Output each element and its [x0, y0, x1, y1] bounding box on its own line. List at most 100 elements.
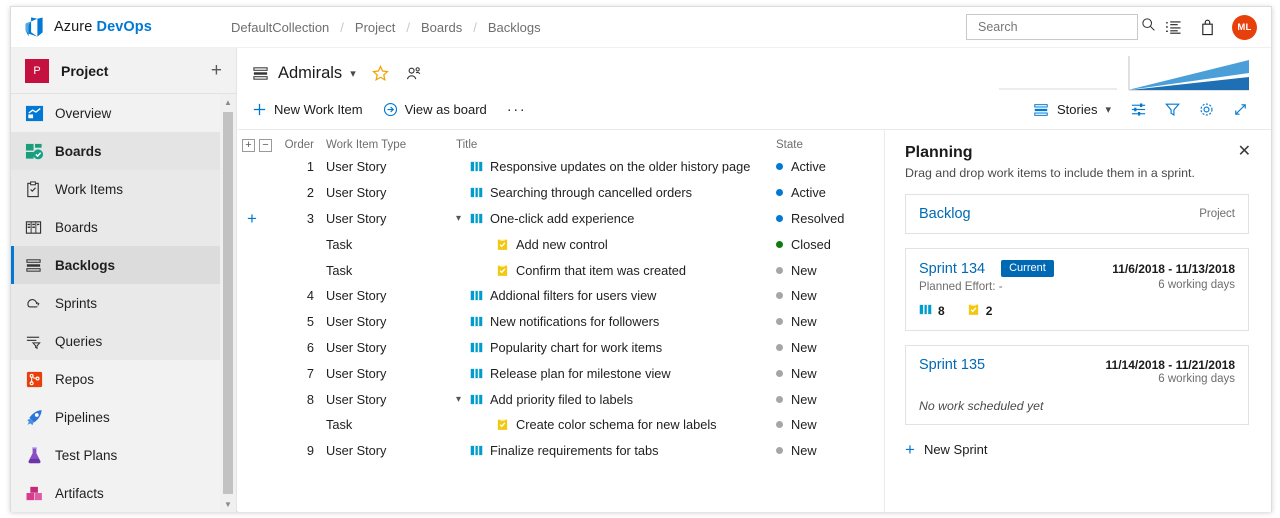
- search-input[interactable]: [976, 19, 1141, 35]
- more-commands-button[interactable]: ···: [507, 101, 527, 118]
- breadcrumb-item-backlogs[interactable]: Backlogs: [486, 20, 543, 35]
- star-icon[interactable]: [371, 64, 389, 82]
- table-row[interactable]: Task Add new control Closed: [238, 231, 884, 257]
- cell-title[interactable]: ▾ Add priority filed to labels: [456, 392, 776, 407]
- cell-title[interactable]: Responsive updates on the older history …: [456, 159, 776, 174]
- table-row[interactable]: 1 User Story Responsive updates on the old…: [238, 154, 884, 180]
- add-child-item-button[interactable]: +: [242, 210, 257, 227]
- table-row[interactable]: 7 User Story Release plan for milestone vi…: [238, 360, 884, 386]
- breadcrumb-item-project[interactable]: Project: [353, 20, 397, 35]
- state-dot-icon: [776, 369, 783, 377]
- table-row[interactable]: 2 User Story Searching through cancelled o…: [238, 180, 884, 206]
- cell-order: 8: [306, 391, 314, 407]
- sidebar-item-test-plans[interactable]: Test Plans: [11, 436, 236, 474]
- sidebar-item-work-items[interactable]: Work Items: [11, 170, 236, 208]
- cell-title[interactable]: Popularity chart for work items: [456, 340, 776, 355]
- column-options-icon[interactable]: [1121, 95, 1155, 125]
- chevron-down-icon[interactable]: ▾: [456, 394, 470, 405]
- work-item-title: Add new control: [516, 236, 608, 252]
- table-row[interactable]: 6 User Story Popularity chart for work ite…: [238, 335, 884, 361]
- azure-devops-backlogs-page: Azure DevOps DefaultCollection / Project…: [0, 0, 1280, 518]
- search-box[interactable]: [966, 14, 1155, 40]
- brand-text: Azure DevOps: [54, 19, 152, 35]
- boards-hub-icon: [25, 142, 55, 161]
- sidebar-scrollbar[interactable]: ▲ ▼: [220, 94, 236, 512]
- add-project-item-button[interactable]: +: [211, 61, 226, 80]
- sprint-card[interactable]: Sprint 135 11/14/2018 - 11/21/2018 6 wor…: [905, 345, 1249, 425]
- cell-title[interactable]: Release plan for milestone view: [456, 366, 776, 381]
- column-header-state[interactable]: State: [776, 139, 884, 151]
- sidebar-item-repos[interactable]: Repos: [11, 360, 236, 398]
- new-work-item-button[interactable]: New Work Item: [252, 102, 363, 117]
- sprint-card[interactable]: Sprint 134 Current 11/6/2018 - 11/13/201…: [905, 248, 1249, 331]
- new-sprint-button[interactable]: + New Sprint: [905, 441, 1249, 458]
- column-header-work-item-type[interactable]: Work Item Type: [326, 139, 456, 151]
- search-icon[interactable]: [1141, 17, 1156, 37]
- column-header-order[interactable]: Order: [280, 139, 326, 151]
- state-dot-icon: [776, 189, 783, 197]
- cell-title[interactable]: Create color schema for new labels: [456, 417, 776, 432]
- settings-gear-icon[interactable]: [1189, 95, 1223, 125]
- table-row[interactable]: 5 User Story New notifications for followe…: [238, 309, 884, 335]
- sidebar-item-label: Boards: [55, 143, 102, 159]
- sidebar-item-overview[interactable]: Overview: [11, 94, 236, 132]
- fullscreen-icon[interactable]: [1223, 95, 1257, 125]
- chevron-down-icon[interactable]: ▾: [350, 67, 356, 80]
- sidebar-item-sprints[interactable]: Sprints: [11, 284, 236, 322]
- state-label: New: [791, 262, 817, 278]
- repos-icon: [25, 370, 55, 389]
- cell-title[interactable]: Finalize requirements for tabs: [456, 443, 776, 458]
- state-label: New: [791, 391, 817, 407]
- table-row[interactable]: 8 User Story ▾ Add priority filed to labels…: [238, 386, 884, 412]
- expand-all-icon[interactable]: +: [242, 138, 255, 152]
- cell-title[interactable]: ▾ One-click add experience: [456, 211, 776, 226]
- sprint-name[interactable]: Sprint 135: [919, 357, 985, 373]
- brand-home-link[interactable]: Azure DevOps: [11, 16, 229, 38]
- table-row[interactable]: +3 User Story ▾ One-click add experience Res…: [238, 206, 884, 232]
- cell-title[interactable]: Searching through cancelled orders: [456, 185, 776, 200]
- cell-title[interactable]: New notifications for followers: [456, 314, 776, 329]
- sidebar-item-queries[interactable]: Queries: [11, 322, 236, 360]
- cell-title[interactable]: Add new control: [456, 237, 776, 252]
- view-as-board-button[interactable]: View as board: [383, 102, 487, 117]
- chevron-down-icon[interactable]: ▾: [456, 213, 470, 224]
- project-header[interactable]: P Project +: [11, 48, 236, 94]
- column-header-title[interactable]: Title: [456, 139, 776, 151]
- sidebar-item-pipelines[interactable]: Pipelines: [11, 398, 236, 436]
- avatar[interactable]: ML: [1232, 14, 1257, 40]
- table-row[interactable]: Task Create color schema for new labels Ne…: [238, 412, 884, 438]
- table-row[interactable]: 9 User Story Finalize requirements for tab…: [238, 438, 884, 464]
- team-members-icon[interactable]: [405, 65, 422, 82]
- close-icon[interactable]: ✕: [1238, 144, 1251, 160]
- sidebar-item-backlogs[interactable]: Backlogs: [11, 246, 236, 284]
- state-dot-icon: [776, 214, 783, 222]
- breadcrumb-item-boards[interactable]: Boards: [419, 20, 464, 35]
- scrollbar-thumb[interactable]: [223, 112, 233, 494]
- filter-icon[interactable]: [1155, 95, 1189, 125]
- brand-suffix: DevOps: [96, 19, 152, 35]
- cell-work-item-type: User Story: [326, 314, 387, 330]
- sidebar-item-boards-hub[interactable]: Boards: [11, 132, 236, 170]
- user-story-icon: [470, 289, 483, 302]
- cell-state: Active: [776, 159, 884, 174]
- table-row[interactable]: Task Confirm that item was created New: [238, 257, 884, 283]
- backlog-card[interactable]: Backlog Project: [905, 194, 1249, 234]
- sidebar-item-boards[interactable]: Boards: [11, 208, 236, 246]
- task-icon: [496, 418, 509, 431]
- breadcrumb-item-collection[interactable]: DefaultCollection: [229, 20, 331, 35]
- table-row[interactable]: 4 User Story Addional filters for users vi…: [238, 283, 884, 309]
- list-icon[interactable]: [1156, 12, 1190, 42]
- backlog-level-selector[interactable]: Stories ▾: [1033, 102, 1111, 118]
- scroll-up-icon[interactable]: ▲: [220, 94, 236, 110]
- backlog-card-name[interactable]: Backlog: [919, 206, 971, 222]
- cell-title[interactable]: Confirm that item was created: [456, 263, 776, 278]
- task-icon: [496, 264, 509, 277]
- cell-title[interactable]: Addional filters for users view: [456, 288, 776, 303]
- shopping-bag-icon[interactable]: [1190, 12, 1224, 42]
- cell-order: 9: [306, 443, 314, 459]
- cell-state: New: [776, 443, 884, 458]
- scroll-down-icon[interactable]: ▼: [220, 496, 236, 512]
- sidebar-item-artifacts[interactable]: Artifacts: [11, 474, 236, 512]
- collapse-all-icon[interactable]: −: [259, 138, 272, 152]
- sprint-name[interactable]: Sprint 134: [919, 261, 985, 277]
